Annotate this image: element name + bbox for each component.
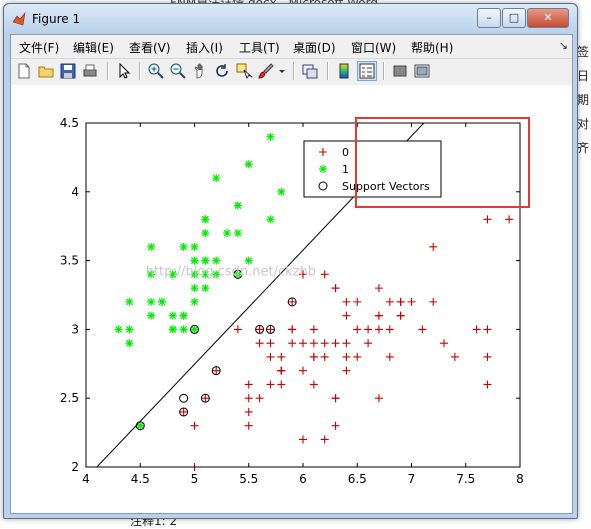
figure-client: 文件(F) 编辑(E) 查看(V) 插入(I) 工具(T) 桌面(D) 窗口(W… <box>10 34 573 514</box>
highlight-annotation-box <box>355 117 530 208</box>
class-1-point <box>147 297 156 306</box>
show-plot-tools-icon[interactable] <box>413 62 431 80</box>
y-tick-label: 2 <box>71 460 79 474</box>
menu-view[interactable]: 查看(V) <box>129 39 171 56</box>
title-bar[interactable]: Figure 1 – □ ✕ <box>4 4 577 34</box>
hide-plot-tools-icon[interactable] <box>391 62 409 80</box>
class-1-point <box>147 242 156 251</box>
legend-entry-label: 0 <box>342 146 349 159</box>
x-tick-label: 5 <box>191 472 199 486</box>
class-1-point <box>157 297 166 306</box>
y-tick-label: 4 <box>71 185 79 199</box>
x-tick-label: 7.5 <box>456 472 475 486</box>
menu-help[interactable]: 帮助(H) <box>411 39 453 56</box>
x-tick-label: 4 <box>82 472 90 486</box>
menu-overflow-icon[interactable]: ↘ <box>559 39 568 52</box>
open-icon[interactable] <box>37 62 55 80</box>
class-1-point <box>125 339 134 348</box>
pan-icon[interactable] <box>191 62 209 80</box>
class-1-point <box>179 242 188 251</box>
class-1-point <box>190 256 199 265</box>
class-1-point <box>277 187 286 196</box>
class-1-point <box>168 325 177 334</box>
watermark-text: http://blog.csdn.net/ckzhb <box>146 265 316 280</box>
class-1-point <box>201 256 210 265</box>
y-tick-label: 2.5 <box>60 391 79 405</box>
word-side-text: 签 日期 对齐 <box>577 40 591 160</box>
class-1-point <box>179 325 188 334</box>
toolbar-separator <box>107 62 109 80</box>
new-figure-icon[interactable] <box>15 62 33 80</box>
class-1-point <box>125 297 134 306</box>
data-cursor-icon[interactable] <box>235 62 253 80</box>
class-1-point <box>212 256 221 265</box>
menu-bar: 文件(F) 编辑(E) 查看(V) 插入(I) 工具(T) 桌面(D) 窗口(W… <box>11 35 572 57</box>
side-text-1: 签 <box>577 45 590 59</box>
class-1-point <box>233 201 242 210</box>
minimize-button[interactable]: – <box>477 8 501 28</box>
legend-marker-1 <box>319 165 327 173</box>
menu-tools[interactable]: 工具(T) <box>239 39 280 56</box>
zoom-out-icon[interactable] <box>169 62 187 80</box>
class-1-point <box>233 229 242 238</box>
class-1-point <box>244 160 253 169</box>
matlab-logo-icon <box>12 12 26 26</box>
y-tick-label: 3.5 <box>60 254 79 268</box>
class-1-point <box>223 229 232 238</box>
x-tick-label: 7 <box>408 472 416 486</box>
x-tick-label: 4.5 <box>131 472 150 486</box>
menu-window[interactable]: 窗口(W) <box>351 39 396 56</box>
save-icon[interactable] <box>59 62 77 80</box>
zoom-in-icon[interactable] <box>147 62 165 80</box>
pointer-icon[interactable] <box>115 62 133 80</box>
class-1-point <box>201 229 210 238</box>
toolbar-separator <box>139 62 141 80</box>
toolbar-separator <box>327 62 329 80</box>
brush-icon[interactable] <box>257 62 275 80</box>
class-1-point <box>201 215 210 224</box>
class-1-point <box>125 325 134 334</box>
class-1-point <box>201 284 210 293</box>
toolbar-separator <box>383 62 385 80</box>
class-1-point <box>212 174 221 183</box>
x-tick-label: 5.5 <box>239 472 258 486</box>
close-button[interactable]: ✕ <box>527 8 569 28</box>
class-1-point <box>190 242 199 251</box>
class-1-point <box>179 311 188 320</box>
side-text-2: 日期 <box>577 69 590 107</box>
figure-window: Figure 1 – □ ✕ 文件(F) 编辑(E) 查看(V) 插入(I) 工… <box>3 3 578 519</box>
x-tick-label: 6.5 <box>348 472 367 486</box>
class-1-point <box>266 132 275 141</box>
window-title: Figure 1 <box>32 12 81 26</box>
class-1-point <box>190 297 199 306</box>
x-tick-label: 8 <box>516 472 524 486</box>
class-1-point <box>266 215 275 224</box>
class-1-point <box>168 311 177 320</box>
colorbar-icon[interactable] <box>335 62 353 80</box>
menu-edit[interactable]: 编辑(E) <box>73 39 114 56</box>
menu-insert[interactable]: 插入(I) <box>186 39 223 56</box>
side-text-3: 对齐 <box>577 117 590 155</box>
class-1-point <box>190 284 199 293</box>
legend-icon[interactable] <box>357 61 377 81</box>
figure-toolbar <box>11 58 572 86</box>
menu-file[interactable]: 文件(F) <box>19 39 59 56</box>
class-1-point <box>244 256 253 265</box>
y-tick-label: 4.5 <box>60 116 79 130</box>
toolbar-separator <box>293 62 295 80</box>
menu-desktop[interactable]: 桌面(D) <box>293 39 336 56</box>
y-tick-label: 3 <box>71 322 79 336</box>
print-icon[interactable] <box>81 62 99 80</box>
rotate-icon[interactable] <box>213 62 231 80</box>
legend-entry-label: 1 <box>342 163 349 176</box>
class-1-point <box>114 325 123 334</box>
maximize-button[interactable]: □ <box>502 8 526 28</box>
brush-dropdown-icon[interactable] <box>277 62 287 80</box>
class-1-point <box>147 311 156 320</box>
x-tick-label: 6 <box>299 472 307 486</box>
link-icon[interactable] <box>301 62 319 80</box>
